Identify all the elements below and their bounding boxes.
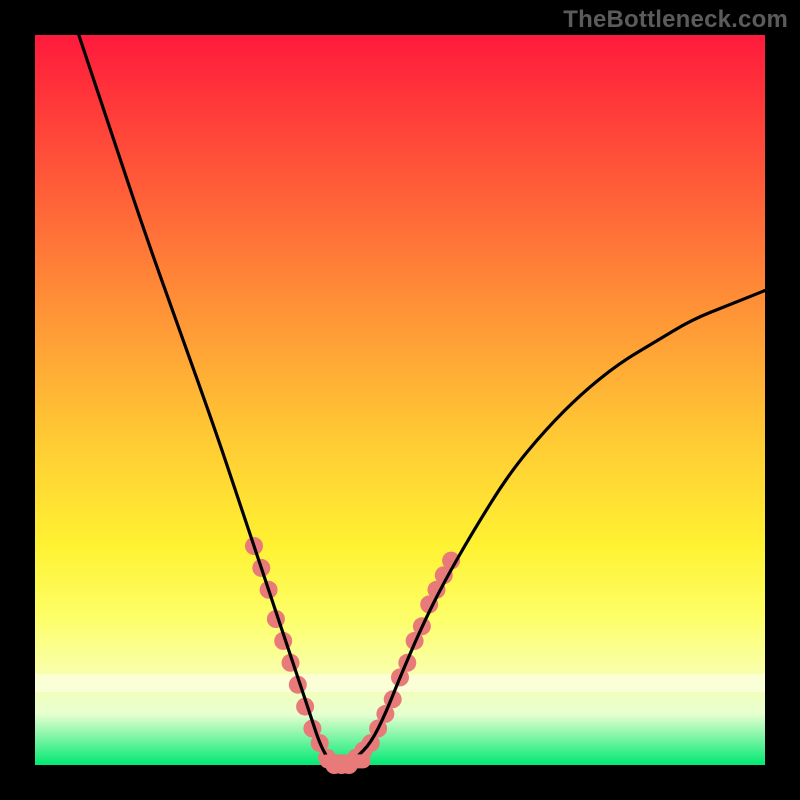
plot-area [35, 35, 765, 765]
watermark-text: TheBottleneck.com [563, 6, 788, 34]
dots-layer [245, 537, 460, 774]
chart-frame: TheBottleneck.com [0, 0, 800, 800]
chart-svg [35, 35, 765, 765]
bottleneck-curve [79, 35, 765, 765]
